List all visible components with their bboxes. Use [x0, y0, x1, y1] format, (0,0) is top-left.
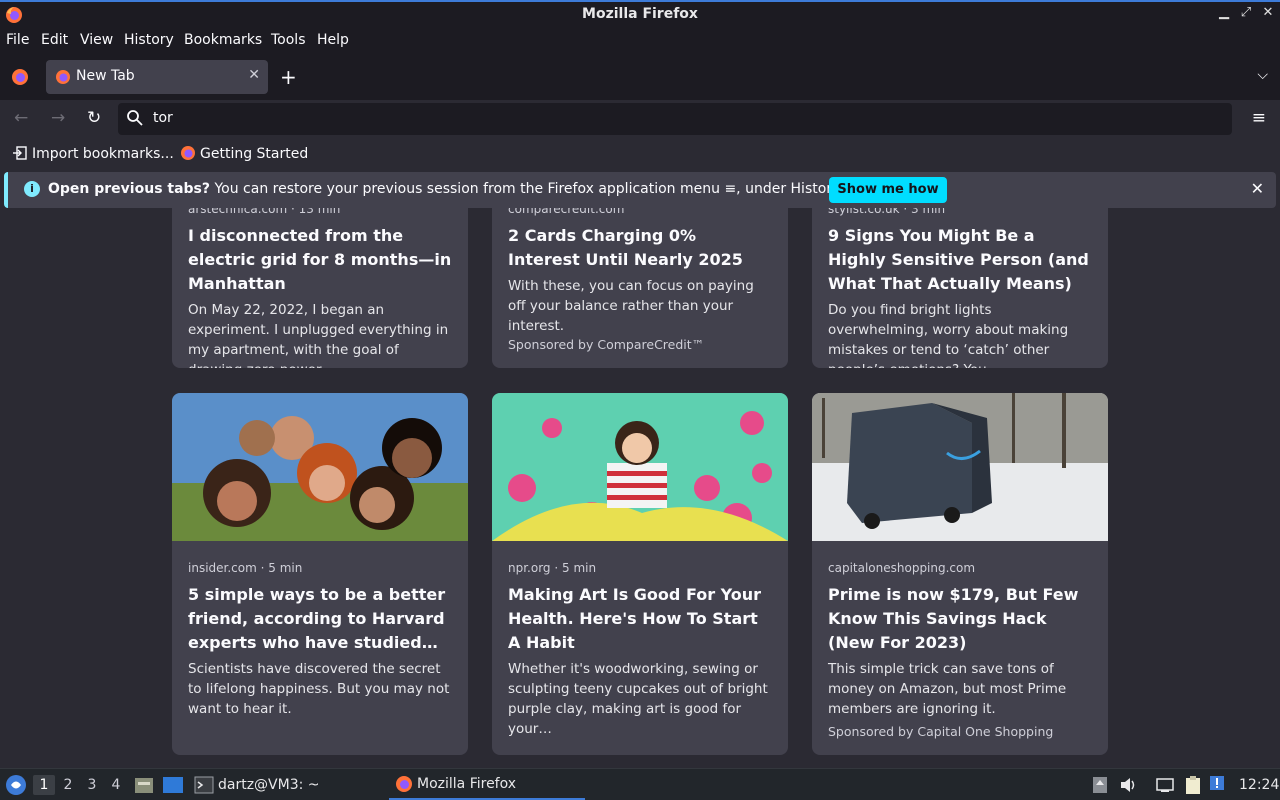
firefox-tab-icon: [56, 70, 70, 84]
story-excerpt: With these, you can focus on paying off …: [508, 278, 754, 334]
menu-bookmarks[interactable]: Bookmarks: [184, 32, 262, 48]
story-excerpt: Scientists have discovered the secret to…: [188, 661, 450, 717]
story-card[interactable]: insider.com · 5 min 5 simple ways to be …: [172, 393, 468, 755]
menu-file[interactable]: File: [6, 32, 29, 48]
story-headline[interactable]: 5 simple ways to be a better friend, acc…: [188, 583, 452, 655]
menu-tools[interactable]: Tools: [271, 32, 306, 48]
getting-started-label: Getting Started: [200, 146, 309, 162]
workspace-1[interactable]: 1: [33, 775, 55, 795]
import-bookmarks-label: Import bookmarks...: [32, 146, 174, 162]
workspace-2[interactable]: 2: [57, 775, 79, 795]
window-title: Mozilla Firefox: [582, 6, 698, 22]
story-headline[interactable]: Making Art Is Good For Your Health. Here…: [508, 583, 772, 655]
maximize-button[interactable]: ⤢: [1236, 5, 1256, 20]
bookmarks-toolbar: Import bookmarks... Getting Started: [0, 140, 1280, 170]
story-excerpt: Do you find bright lights overwhelming, …: [828, 302, 1069, 368]
forward-arrow-icon[interactable]: →: [51, 108, 65, 128]
menu-help[interactable]: Help: [317, 32, 349, 48]
tab-close-icon[interactable]: ✕: [248, 67, 260, 83]
clipboard-icon[interactable]: [1183, 775, 1203, 795]
menu-history[interactable]: History: [124, 32, 174, 48]
list-all-tabs-icon[interactable]: ⌵: [1257, 67, 1268, 83]
story-image-friends: [172, 393, 468, 541]
story-excerpt: This simple trick can save tons of money…: [828, 661, 1067, 717]
update-notifier-icon[interactable]: [1208, 774, 1228, 794]
minimize-button[interactable]: ▁: [1214, 5, 1234, 20]
start-menu-icon[interactable]: [5, 774, 27, 796]
tab-label: New Tab: [76, 68, 135, 84]
firefox-task-label: Mozilla Firefox: [417, 776, 517, 792]
show-me-how-button[interactable]: Show me how: [829, 177, 947, 203]
close-window-button[interactable]: ✕: [1258, 5, 1278, 20]
terminal-task-label[interactable]: dartz@VM3: ~: [218, 777, 320, 793]
tray-arrow-icon[interactable]: [1091, 775, 1109, 795]
info-icon: i: [24, 181, 40, 197]
story-card[interactable]: stylist.co.uk · 3 min 9 Signs You Might …: [812, 208, 1108, 368]
navigation-bar: ← → ↻ tor ≡: [0, 100, 1280, 140]
system-taskbar: 1 2 3 4 dartz@VM3: ~ Mozilla Firefox 12:…: [0, 768, 1280, 800]
story-source: npr.org · 5 min: [508, 561, 597, 575]
sponsored-label: Sponsored by CompareCredit™: [508, 337, 705, 352]
sponsored-label: Sponsored by Capital One Shopping: [828, 724, 1054, 739]
firefox-view-icon[interactable]: [11, 68, 29, 86]
import-bookmarks-button[interactable]: Import bookmarks...: [12, 145, 174, 162]
story-source: comparecredit.com: [508, 208, 625, 216]
story-excerpt: Whether it's woodworking, sewing or scul…: [508, 661, 768, 737]
notification-title: Open previous tabs?: [48, 181, 211, 197]
notification-text: You can restore your previous session fr…: [214, 181, 843, 197]
menu-view[interactable]: View: [80, 32, 113, 48]
app-menu-icon[interactable]: ≡: [1252, 108, 1266, 128]
workspace-4[interactable]: 4: [105, 775, 127, 795]
story-headline[interactable]: 2 Cards Charging 0% Interest Until Nearl…: [508, 224, 772, 272]
url-input[interactable]: tor: [153, 110, 173, 126]
firefox-bookmark-icon: [181, 146, 195, 160]
new-tab-content: arstechnica.com · 13 min I disconnected …: [0, 208, 1280, 768]
new-tab-button[interactable]: +: [280, 65, 297, 89]
getting-started-bookmark[interactable]: Getting Started: [180, 145, 308, 162]
firefox-task-button[interactable]: Mozilla Firefox: [389, 769, 585, 800]
story-card-sponsored[interactable]: capitaloneshopping.com Prime is now $179…: [812, 393, 1108, 755]
url-bar[interactable]: tor: [118, 103, 1232, 135]
reload-icon[interactable]: ↻: [87, 108, 101, 128]
story-source: capitaloneshopping.com: [828, 561, 976, 575]
file-manager-icon[interactable]: [134, 775, 154, 795]
tab-bar: New Tab ✕ + ⌵: [0, 54, 1280, 100]
firefox-task-icon: [396, 776, 412, 792]
story-card[interactable]: npr.org · 5 min Making Art Is Good For Y…: [492, 393, 788, 755]
story-image-delivery-truck: [812, 393, 1108, 541]
desktop-icon[interactable]: [162, 775, 184, 795]
menu-bar: File Edit View History Bookmarks Tools H…: [0, 29, 1280, 54]
story-headline[interactable]: I disconnected from the electric grid fo…: [188, 224, 452, 296]
story-image-art-illustration: [492, 393, 788, 541]
close-notification-icon[interactable]: ✕: [1251, 179, 1264, 198]
notification-message: Open previous tabs? You can restore your…: [48, 181, 843, 197]
story-card-sponsored[interactable]: comparecredit.com 2 Cards Charging 0% In…: [492, 208, 788, 368]
search-icon: [127, 110, 143, 126]
story-card[interactable]: arstechnica.com · 13 min I disconnected …: [172, 208, 468, 368]
title-bar: Mozilla Firefox ▁ ⤢ ✕: [0, 0, 1280, 29]
clock: 12:24: [1239, 777, 1280, 793]
story-headline[interactable]: Prime is now $179, But Few Know This Sav…: [828, 583, 1092, 655]
workspace-3[interactable]: 3: [81, 775, 103, 795]
story-source: stylist.co.uk · 3 min: [828, 208, 946, 216]
story-excerpt: On May 22, 2022, I began an experiment. …: [188, 302, 449, 368]
restore-session-notification: i Open previous tabs? You can restore yo…: [4, 172, 1276, 208]
story-source: insider.com · 5 min: [188, 561, 303, 575]
volume-icon[interactable]: [1118, 775, 1138, 795]
import-icon: [13, 146, 27, 160]
story-headline[interactable]: 9 Signs You Might Be a Highly Sensitive …: [828, 224, 1092, 296]
menu-edit[interactable]: Edit: [41, 32, 68, 48]
display-icon[interactable]: [1155, 775, 1175, 795]
story-source: arstechnica.com · 13 min: [188, 208, 341, 216]
terminal-icon: [194, 776, 214, 794]
tab-new-tab[interactable]: New Tab ✕: [46, 60, 268, 94]
back-arrow-icon[interactable]: ←: [14, 108, 28, 128]
